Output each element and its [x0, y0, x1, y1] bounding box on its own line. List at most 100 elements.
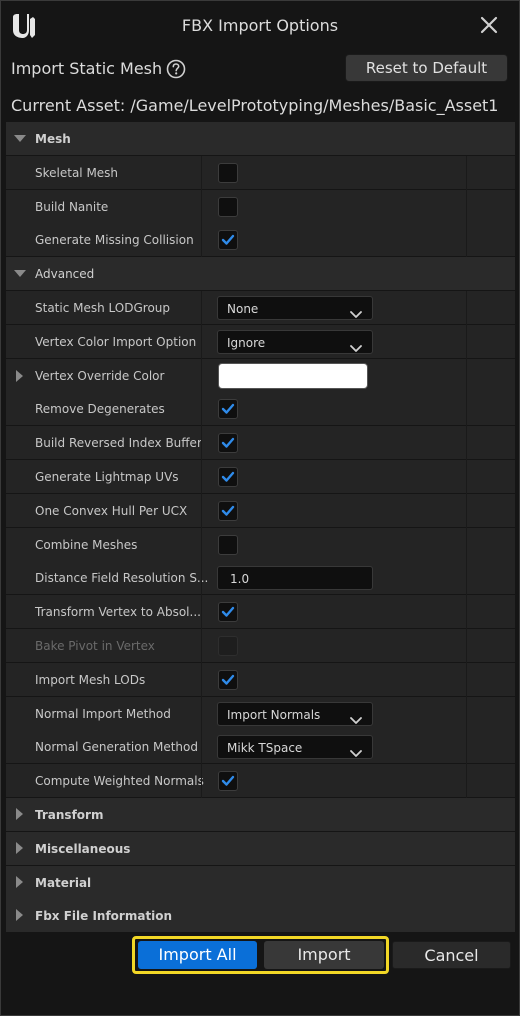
checkmark-icon — [221, 674, 235, 685]
column-divider — [466, 359, 467, 393]
current-asset-path: Current Asset: /Game/LevelPrototyping/Me… — [11, 96, 499, 115]
column-divider[interactable] — [201, 494, 202, 528]
build-nanite-checkbox[interactable] — [218, 197, 238, 217]
build-reversed-index-buffer-checkbox[interactable] — [218, 433, 238, 453]
column-divider[interactable] — [201, 156, 202, 190]
close-icon[interactable] — [477, 13, 501, 37]
property-row-normal-import-method: Normal Import Method Import Normals — [6, 697, 515, 731]
column-divider[interactable] — [201, 561, 202, 595]
property-row-normal-generation-method: Normal Generation Method Mikk TSpace — [6, 730, 515, 764]
column-divider[interactable] — [201, 223, 202, 257]
collapsed-arrow-icon[interactable] — [16, 909, 23, 921]
generate-lightmap-uvs-checkbox[interactable] — [218, 467, 238, 487]
property-label: Distance Field Resolution S... — [35, 571, 209, 585]
property-row-static-mesh-lodgroup: Static Mesh LODGroup None — [6, 291, 515, 325]
property-label: Static Mesh LODGroup — [35, 301, 171, 315]
color-swatch[interactable] — [218, 363, 368, 389]
property-row-skeletal-mesh: Skeletal Mesh — [6, 156, 515, 190]
combine-meshes-checkbox[interactable] — [218, 535, 238, 555]
collapsed-arrow-icon[interactable] — [16, 876, 23, 888]
column-divider[interactable] — [201, 730, 202, 764]
import-button[interactable]: Import — [264, 941, 384, 969]
column-divider[interactable] — [201, 426, 202, 460]
dropdown-value: None — [227, 302, 259, 316]
cancel-button[interactable]: Cancel — [392, 941, 511, 969]
property-label: Mesh — [35, 132, 71, 146]
column-divider — [466, 291, 467, 325]
import-mesh-lods-checkbox[interactable] — [218, 670, 238, 690]
help-icon[interactable] — [166, 59, 186, 79]
column-divider[interactable] — [201, 359, 202, 393]
category-miscellaneous[interactable]: Miscellaneous — [6, 832, 515, 866]
static-mesh-lodgroup-dropdown[interactable]: None — [217, 296, 373, 320]
distance-field-resolution-s-number-input[interactable]: 1.0 — [217, 566, 373, 590]
column-divider[interactable] — [201, 460, 202, 494]
dropdown-value: Ignore — [227, 336, 266, 350]
chevron-down-icon — [350, 338, 362, 357]
category-fbx-file-information[interactable]: Fbx File Information — [6, 899, 515, 933]
category-advanced[interactable]: Advanced — [6, 257, 515, 291]
property-row-one-convex-hull-per-ucx: One Convex Hull Per UCX — [6, 494, 515, 528]
title-bar[interactable]: FBX Import Options — [1, 1, 519, 51]
column-divider[interactable] — [201, 392, 202, 426]
column-divider — [466, 156, 467, 190]
import-all-button[interactable]: Import All — [138, 941, 257, 969]
category-material[interactable]: Material — [6, 866, 515, 900]
compute-weighted-normals-checkbox[interactable] — [218, 771, 238, 791]
generate-missing-collision-checkbox[interactable] — [218, 230, 238, 250]
checkmark-icon — [221, 505, 235, 516]
normal-generation-method-dropdown[interactable]: Mikk TSpace — [217, 735, 373, 759]
column-divider[interactable] — [201, 291, 202, 325]
remove-degenerates-checkbox[interactable] — [218, 399, 238, 419]
property-label: Fbx File Information — [35, 909, 173, 923]
collapsed-arrow-icon[interactable] — [16, 370, 23, 382]
column-divider — [466, 223, 467, 257]
column-divider — [466, 561, 467, 595]
column-divider[interactable] — [201, 663, 202, 697]
column-divider — [466, 325, 467, 359]
chevron-down-icon — [350, 304, 362, 323]
bake-pivot-in-vertex-checkbox — [218, 636, 238, 656]
column-divider — [466, 730, 467, 764]
collapsed-arrow-icon[interactable] — [16, 808, 23, 820]
column-divider — [466, 663, 467, 697]
category-transform[interactable]: Transform — [6, 798, 515, 832]
property-label: Remove Degenerates — [35, 402, 165, 416]
column-divider[interactable] — [201, 325, 202, 359]
property-row-remove-degenerates: Remove Degenerates — [6, 392, 515, 426]
property-label: Vertex Color Import Option — [35, 335, 197, 349]
skeletal-mesh-checkbox[interactable] — [218, 163, 238, 183]
property-label: Generate Lightmap UVs — [35, 470, 179, 484]
property-row-vertex-override-color: Vertex Override Color — [6, 359, 515, 393]
checkmark-icon — [221, 234, 235, 245]
column-divider — [466, 392, 467, 426]
transform-vertex-to-absol-checkbox[interactable] — [218, 602, 238, 622]
normal-import-method-dropdown[interactable]: Import Normals — [217, 702, 373, 726]
fbx-import-dialog: FBX Import Options Import Static Mesh Re… — [0, 0, 520, 1016]
column-divider[interactable] — [201, 528, 202, 562]
checkmark-icon — [221, 606, 235, 617]
expanded-arrow-icon[interactable] — [14, 270, 26, 277]
property-row-generate-lightmap-uvs: Generate Lightmap UVs — [6, 460, 515, 494]
property-label: Skeletal Mesh — [35, 166, 119, 180]
column-divider[interactable] — [201, 595, 202, 629]
expanded-arrow-icon[interactable] — [14, 135, 26, 142]
column-divider[interactable] — [201, 697, 202, 731]
column-divider — [466, 764, 467, 798]
property-label: Build Reversed Index Buffer — [35, 436, 202, 450]
column-divider[interactable] — [201, 629, 202, 663]
checkmark-icon — [221, 403, 235, 414]
collapsed-arrow-icon[interactable] — [16, 842, 23, 854]
column-divider[interactable] — [201, 190, 202, 224]
column-divider — [466, 697, 467, 731]
category-mesh[interactable]: Mesh — [6, 122, 515, 156]
window-title: FBX Import Options — [181, 16, 339, 35]
property-label: Combine Meshes — [35, 538, 138, 552]
vertex-color-import-option-dropdown[interactable]: Ignore — [217, 330, 373, 354]
one-convex-hull-per-ucx-checkbox[interactable] — [218, 501, 238, 521]
property-label: Normal Generation Method — [35, 740, 198, 754]
dropdown-value: Import Normals — [227, 708, 321, 722]
reset-to-default-button[interactable]: Reset to Default — [345, 54, 508, 82]
property-label: Vertex Override Color — [35, 369, 165, 383]
column-divider[interactable] — [201, 764, 202, 798]
